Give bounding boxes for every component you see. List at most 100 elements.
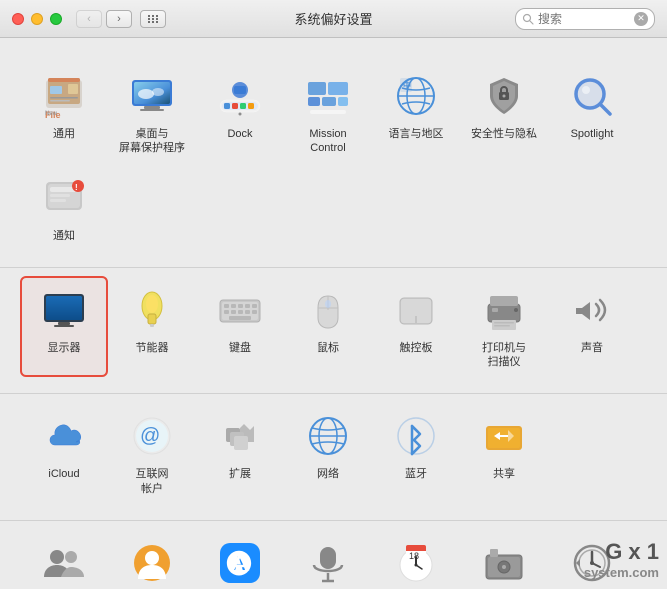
desktop-label: 桌面与屏幕保护程序 <box>119 127 185 156</box>
title-bar: ‹ › 系统偏好设置 ✕ <box>0 0 667 38</box>
language-label: 语言与地区 <box>389 127 444 141</box>
sound-label: 声音 <box>581 341 603 355</box>
sharing-icon <box>478 410 530 462</box>
notification-icon: ! <box>38 172 90 224</box>
pref-sound[interactable]: 声音 <box>548 276 636 378</box>
grid-icon <box>148 15 159 23</box>
users-icon <box>38 537 90 589</box>
traffic-lights <box>12 13 62 25</box>
pref-parental[interactable]: 家长控制 <box>108 529 196 589</box>
keyboard-label: 键盘 <box>229 341 251 355</box>
printer-label: 打印机与扫描仪 <box>482 341 526 370</box>
svg-text:中: 中 <box>403 80 411 90</box>
keyboard-icon <box>214 284 266 336</box>
svg-text:!: ! <box>75 183 78 192</box>
section-personal: File New 通用 <box>20 54 647 259</box>
window-title: 系统偏好设置 <box>294 9 372 28</box>
preferences-content: File New 通用 <box>0 38 667 589</box>
pref-network[interactable]: 网络 <box>284 402 372 504</box>
section-personal-row: File New 通用 <box>20 54 647 259</box>
pref-startup[interactable]: 启动磁盘 <box>460 529 548 589</box>
close-button[interactable] <box>12 13 24 25</box>
appstore-icon: 🅐 <box>214 537 266 589</box>
dock-label: Dock <box>227 127 252 141</box>
energy-label: 节能器 <box>136 341 169 355</box>
bluetooth-label: 蓝牙 <box>405 467 427 481</box>
pref-internet[interactable]: @ 互联网帐户 <box>108 402 196 504</box>
pref-trackpad[interactable]: 触控板 <box>372 276 460 378</box>
pref-desktop[interactable]: 桌面与屏幕保护程序 <box>108 62 196 164</box>
search-clear-button[interactable]: ✕ <box>634 12 648 26</box>
pref-bluetooth[interactable]: 蓝牙 <box>372 402 460 504</box>
startup-icon <box>478 537 530 589</box>
spotlight-label: Spotlight <box>571 127 614 141</box>
bluetooth-icon <box>390 410 442 462</box>
pref-datetime[interactable]: 18 日期与时间 <box>372 529 460 589</box>
mouse-icon <box>302 284 354 336</box>
spotlight-icon <box>566 70 618 122</box>
sound-icon <box>566 284 618 336</box>
desktop-icon <box>126 70 178 122</box>
search-input[interactable] <box>538 12 630 26</box>
icloud-icon <box>38 410 90 462</box>
trackpad-label: 触控板 <box>400 341 433 355</box>
section-system-row: 用户与群组 家长控制 🅐 <box>20 521 647 589</box>
display-label: 显示器 <box>48 341 81 355</box>
section-hardware-row: 显示器 节能器 <box>20 268 647 386</box>
back-button[interactable]: ‹ <box>76 10 102 28</box>
extensions-icon <box>214 410 266 462</box>
watermark-sys: system.com <box>584 565 659 581</box>
nav-buttons: ‹ › <box>76 10 132 28</box>
pref-energy[interactable]: 节能器 <box>108 276 196 378</box>
pref-sharing[interactable]: 共享 <box>460 402 548 504</box>
security-icon <box>478 70 530 122</box>
section-system: 用户与群组 家长控制 🅐 <box>20 521 647 589</box>
pref-mission[interactable]: MissionControl <box>284 62 372 164</box>
sharing-label: 共享 <box>493 467 515 481</box>
svg-text:@: @ <box>140 425 160 447</box>
trackpad-icon <box>390 284 442 336</box>
general-icon: File New <box>38 70 90 122</box>
display-icon <box>38 284 90 336</box>
svg-text:🅐: 🅐 <box>226 549 252 579</box>
pref-mouse[interactable]: 鼠标 <box>284 276 372 378</box>
forward-button[interactable]: › <box>106 10 132 28</box>
security-label: 安全性与隐私 <box>471 127 537 141</box>
grid-view-button[interactable] <box>140 10 166 28</box>
pref-icloud[interactable]: iCloud <box>20 402 108 504</box>
search-bar[interactable]: ✕ <box>515 8 655 30</box>
printer-icon <box>478 284 530 336</box>
pref-keyboard[interactable]: 键盘 <box>196 276 284 378</box>
pref-dock[interactable]: Dock <box>196 62 284 164</box>
section-internet: iCloud @ 互联网帐户 <box>20 394 647 512</box>
section-hardware: 显示器 节能器 <box>20 268 647 386</box>
maximize-button[interactable] <box>50 13 62 25</box>
pref-users[interactable]: 用户与群组 <box>20 529 108 589</box>
dock-icon <box>214 70 266 122</box>
mission-label: MissionControl <box>309 127 346 156</box>
general-label: 通用 <box>53 127 75 141</box>
watermark-gxi: G x 1 <box>584 539 659 565</box>
pref-spotlight[interactable]: Spotlight <box>548 62 636 164</box>
watermark: G x 1 system.com <box>584 539 659 581</box>
parental-icon <box>126 537 178 589</box>
icloud-label: iCloud <box>48 467 79 481</box>
pref-printer[interactable]: 打印机与扫描仪 <box>460 276 548 378</box>
energy-icon <box>126 284 178 336</box>
pref-extensions[interactable]: 扩展 <box>196 402 284 504</box>
pref-appstore[interactable]: 🅐 App Store <box>196 529 284 589</box>
datetime-icon: 18 <box>390 537 442 589</box>
pref-language[interactable]: 中 语言与地区 <box>372 62 460 164</box>
pref-general[interactable]: File New 通用 <box>20 62 108 164</box>
internet-label: 互联网帐户 <box>136 467 169 496</box>
mouse-label: 鼠标 <box>317 341 339 355</box>
search-icon <box>522 13 534 25</box>
pref-display[interactable]: 显示器 <box>20 276 108 378</box>
pref-notification[interactable]: ! 通知 <box>20 164 108 251</box>
pref-dictation[interactable]: 听写与语音 <box>284 529 372 589</box>
section-internet-row: iCloud @ 互联网帐户 <box>20 394 647 512</box>
pref-security[interactable]: 安全性与隐私 <box>460 62 548 164</box>
minimize-button[interactable] <box>31 13 43 25</box>
dictation-icon <box>302 537 354 589</box>
mission-icon <box>302 70 354 122</box>
